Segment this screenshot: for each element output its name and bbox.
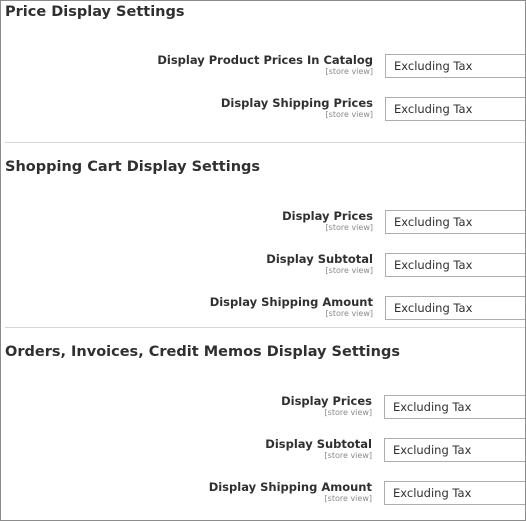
section-title-shopping-cart-display: Shopping Cart Display Settings — [5, 159, 261, 175]
scope-label: [store view] — [324, 494, 372, 503]
field-row-display-product-prices-in-catalog: Display Product Prices In Catalog [store… — [1, 53, 525, 79]
field-label: Display Shipping Amount — [209, 295, 373, 309]
cart-display-shipping-amount-select[interactable]: Excluding Tax — [385, 296, 525, 320]
display-shipping-prices-select[interactable]: Excluding Tax — [385, 97, 525, 121]
scope-label: [store view] — [325, 223, 373, 232]
field-label: Display Shipping Prices — [220, 96, 373, 110]
field-label: Display Product Prices In Catalog — [157, 53, 373, 67]
display-product-prices-in-catalog-select[interactable]: Excluding Tax — [385, 54, 525, 78]
field-label: Display Prices — [281, 394, 372, 408]
field-label: Display Shipping Amount — [208, 480, 372, 494]
field-row-cart-display-prices: Display Prices [store view] Excluding Ta… — [1, 209, 525, 235]
sales-display-shipping-amount-select[interactable]: Excluding Tax — [384, 481, 525, 505]
cart-display-prices-select[interactable]: Excluding Tax — [385, 210, 525, 234]
scope-label: [store view] — [325, 67, 373, 76]
cart-display-subtotal-select[interactable]: Excluding Tax — [385, 253, 525, 277]
section-title-price-display: Price Display Settings — [5, 4, 185, 20]
scope-label: [store view] — [324, 451, 372, 460]
section-divider — [5, 327, 525, 328]
scope-label: [store view] — [324, 408, 372, 417]
scope-label: [store view] — [325, 110, 373, 119]
field-row-sales-display-shipping-amount: Display Shipping Amount [store view] Exc… — [1, 480, 525, 506]
scope-label: [store view] — [325, 266, 373, 275]
field-row-cart-display-subtotal: Display Subtotal [store view] Excluding … — [1, 252, 525, 278]
sales-display-prices-select[interactable]: Excluding Tax — [384, 395, 525, 419]
field-row-cart-display-shipping-amount: Display Shipping Amount [store view] Exc… — [1, 295, 525, 321]
sales-display-subtotal-select[interactable]: Excluding Tax — [384, 438, 525, 462]
section-divider — [5, 142, 525, 143]
field-row-sales-display-subtotal: Display Subtotal [store view] Excluding … — [1, 437, 525, 463]
field-label: Display Subtotal — [266, 252, 373, 266]
field-row-display-shipping-prices: Display Shipping Prices [store view] Exc… — [1, 96, 525, 122]
field-row-sales-display-prices: Display Prices [store view] Excluding Ta… — [1, 394, 525, 420]
scope-label: [store view] — [325, 309, 373, 318]
tax-display-settings-panel: Price Display Settings Display Product P… — [0, 0, 526, 521]
field-label: Display Prices — [282, 209, 373, 223]
section-title-orders-invoices-credit-memos-display: Orders, Invoices, Credit Memos Display S… — [5, 344, 400, 360]
field-label: Display Subtotal — [265, 437, 372, 451]
